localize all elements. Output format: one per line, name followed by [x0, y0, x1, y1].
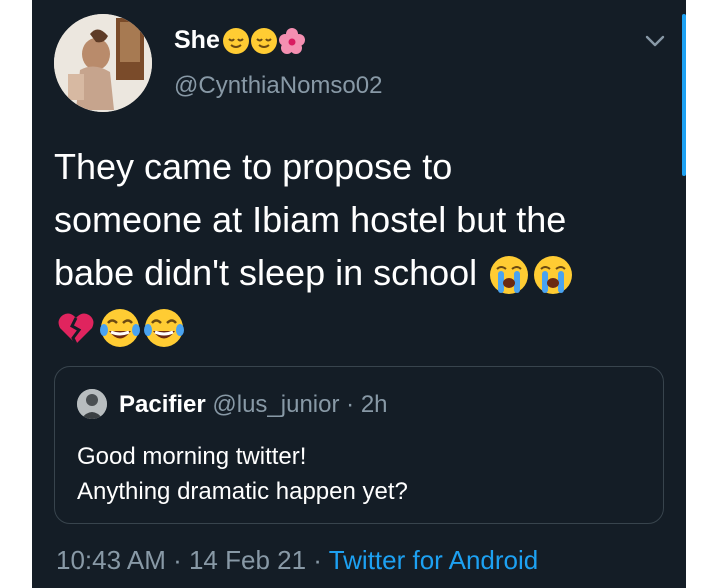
quoted-avatar[interactable]: [77, 389, 107, 419]
tweet-time: 10:43 AM: [56, 545, 166, 575]
tweet-text-segment: babe didn't sleep in school: [54, 252, 478, 293]
tears-of-joy-emoji: [100, 309, 140, 348]
quoted-time: 2h: [360, 391, 388, 418]
scrollbar[interactable]: [682, 14, 686, 176]
loudly-crying-face-emoji: [490, 256, 529, 295]
quoted-display-name[interactable]: Pacifier: [119, 391, 206, 418]
avatar[interactable]: [54, 14, 152, 112]
tweet-source-link[interactable]: Twitter for Android: [329, 545, 539, 575]
crying-emojis: [487, 253, 575, 297]
quoted-separator: ·: [339, 391, 361, 418]
quoted-text: Good morning twitter! Anything dramatic …: [77, 439, 408, 509]
broken-heart-emoji: [58, 314, 94, 346]
quoted-avatar-photo: [77, 389, 107, 419]
display-name-text: She: [174, 26, 220, 54]
tweet-text: They came to propose to someone at Ibiam…: [54, 140, 654, 352]
user-handle[interactable]: @CynthiaNomso02: [174, 72, 382, 100]
tweet-emoji-line: [54, 299, 654, 352]
name-emojis: [222, 27, 306, 55]
tweet-text-line: They came to propose to: [54, 146, 453, 187]
quoted-text-line: Anything dramatic happen yet?: [77, 478, 408, 505]
loudly-crying-face-emoji: [534, 256, 573, 295]
hibiscus-emoji: [278, 27, 305, 54]
display-name[interactable]: She: [174, 26, 306, 55]
tweet-meta: 10:43 AM · 14 Feb 21 · Twitter for Andro…: [56, 545, 538, 576]
tweet-text-line: someone at Ibiam hostel but the: [54, 199, 567, 240]
chevron-down-icon[interactable]: [644, 30, 666, 52]
tears-of-joy-emoji: [144, 309, 184, 348]
quoted-tweet[interactable]: Pacifier @lus_junior · 2h Good morning t…: [54, 366, 664, 524]
tweet-text-line: babe didn't sleep in school: [54, 246, 654, 299]
avatar-photo: [54, 14, 152, 112]
meta-separator: ·: [165, 545, 189, 575]
quoted-text-line: Good morning twitter!: [77, 443, 307, 470]
quoted-handle[interactable]: @lus_junior: [212, 391, 339, 418]
emoji-group: [54, 306, 186, 350]
relieved-face-emoji: [250, 27, 277, 54]
tweet-date: 14 Feb 21: [188, 545, 307, 575]
tweet-card: She @CynthiaNomso02 They came to propose…: [32, 0, 686, 588]
quoted-header: Pacifier @lus_junior · 2h: [119, 391, 388, 419]
meta-separator: ·: [306, 545, 329, 575]
relieved-face-emoji: [222, 27, 249, 54]
